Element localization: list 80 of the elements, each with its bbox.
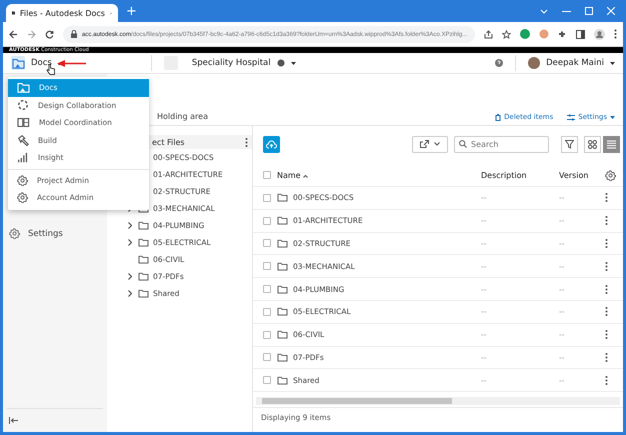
caret-icon bbox=[610, 62, 615, 64]
puzzle-icon[interactable] bbox=[558, 30, 568, 38]
chevron-right-icon[interactable] bbox=[128, 239, 132, 246]
sidebar-item[interactable]: Settings bbox=[3, 224, 107, 243]
kebab-icon[interactable] bbox=[605, 238, 608, 248]
kebab-icon[interactable] bbox=[605, 307, 608, 316]
lock-icon bbox=[70, 30, 77, 38]
user-menu[interactable]: Deepak Maini bbox=[528, 57, 615, 69]
column-header[interactable]: Name bbox=[277, 170, 481, 180]
gear-icon bbox=[17, 174, 28, 186]
globe-icon bbox=[276, 59, 285, 67]
reload-icon[interactable] bbox=[44, 30, 54, 38]
checkbox[interactable] bbox=[263, 285, 271, 294]
share-icon[interactable] bbox=[484, 30, 494, 38]
cubes-icon bbox=[17, 117, 30, 128]
checkbox[interactable] bbox=[263, 308, 271, 316]
dotted-circle-icon bbox=[17, 99, 29, 112]
bar-chart-icon bbox=[17, 152, 29, 164]
collapse-icon[interactable] bbox=[9, 417, 18, 424]
maximize-icon[interactable] bbox=[585, 7, 593, 15]
list-icon bbox=[607, 140, 616, 148]
checkbox[interactable] bbox=[263, 262, 271, 270]
gear-icon bbox=[605, 170, 616, 180]
search-field[interactable]: Search bbox=[454, 136, 549, 152]
side-panel-icon[interactable] bbox=[576, 30, 586, 38]
gear-icon bbox=[17, 192, 28, 204]
chevron-down-icon[interactable] bbox=[540, 8, 548, 14]
checkbox[interactable] bbox=[263, 353, 271, 362]
grid-view-button[interactable] bbox=[584, 136, 601, 152]
sliders-icon bbox=[567, 114, 576, 120]
checkbox[interactable] bbox=[263, 171, 271, 179]
cloud-upload-icon bbox=[266, 140, 277, 148]
kebab-icon[interactable] bbox=[245, 138, 248, 146]
chevron-right-icon[interactable] bbox=[128, 273, 132, 280]
close-icon[interactable] bbox=[607, 7, 615, 15]
back-icon[interactable] bbox=[9, 30, 18, 38]
list-view-button[interactable] bbox=[603, 136, 620, 152]
horizontal-scrollbar[interactable] bbox=[256, 397, 620, 406]
new-tab-button[interactable]: + bbox=[126, 4, 137, 20]
star-icon[interactable] bbox=[502, 30, 512, 38]
export-button[interactable] bbox=[412, 136, 448, 152]
kebab-icon[interactable] bbox=[605, 330, 608, 340]
extension-icon[interactable] bbox=[520, 29, 530, 39]
column-header[interactable]: Version bbox=[559, 170, 605, 180]
grid-icon bbox=[588, 140, 597, 148]
more-icon[interactable] bbox=[614, 29, 618, 39]
project-switcher[interactable]: Speciality Hospital bbox=[192, 58, 296, 68]
kebab-icon[interactable] bbox=[605, 262, 608, 271]
checkbox[interactable] bbox=[263, 216, 271, 225]
kebab-icon[interactable] bbox=[605, 216, 608, 226]
search-icon bbox=[459, 140, 467, 148]
checkbox[interactable] bbox=[263, 239, 271, 248]
help-icon[interactable] bbox=[495, 59, 504, 67]
filter-icon bbox=[565, 140, 574, 148]
minimize-icon[interactable] bbox=[562, 10, 571, 12]
browser-tab[interactable]: Files - Autodesk Docs bbox=[6, 4, 118, 22]
gear-icon bbox=[9, 228, 20, 239]
chevron-right-icon[interactable] bbox=[128, 222, 132, 229]
checkbox[interactable] bbox=[263, 194, 271, 202]
kebab-icon[interactable] bbox=[605, 352, 608, 362]
caret-icon bbox=[434, 142, 440, 146]
kebab-icon[interactable] bbox=[605, 284, 608, 294]
export-icon bbox=[420, 140, 429, 148]
checkbox[interactable] bbox=[263, 376, 271, 384]
docs-icon[interactable] bbox=[11, 56, 25, 70]
annotation-arrow bbox=[57, 60, 87, 67]
profile-icon[interactable] bbox=[594, 28, 606, 40]
hammer-icon bbox=[17, 134, 29, 146]
upload-button[interactable] bbox=[263, 136, 280, 152]
avatar bbox=[528, 57, 540, 69]
trash-icon bbox=[495, 114, 502, 120]
kebab-icon[interactable] bbox=[605, 193, 608, 202]
caret-icon bbox=[610, 116, 615, 118]
checkbox[interactable] bbox=[263, 330, 271, 339]
column-header[interactable]: Description bbox=[481, 170, 559, 180]
chevron-right-icon[interactable] bbox=[128, 290, 132, 297]
caret-icon bbox=[290, 62, 296, 64]
filter-button[interactable] bbox=[561, 136, 578, 152]
tab[interactable]: Holding area bbox=[157, 108, 208, 126]
kebab-icon[interactable] bbox=[605, 376, 608, 385]
